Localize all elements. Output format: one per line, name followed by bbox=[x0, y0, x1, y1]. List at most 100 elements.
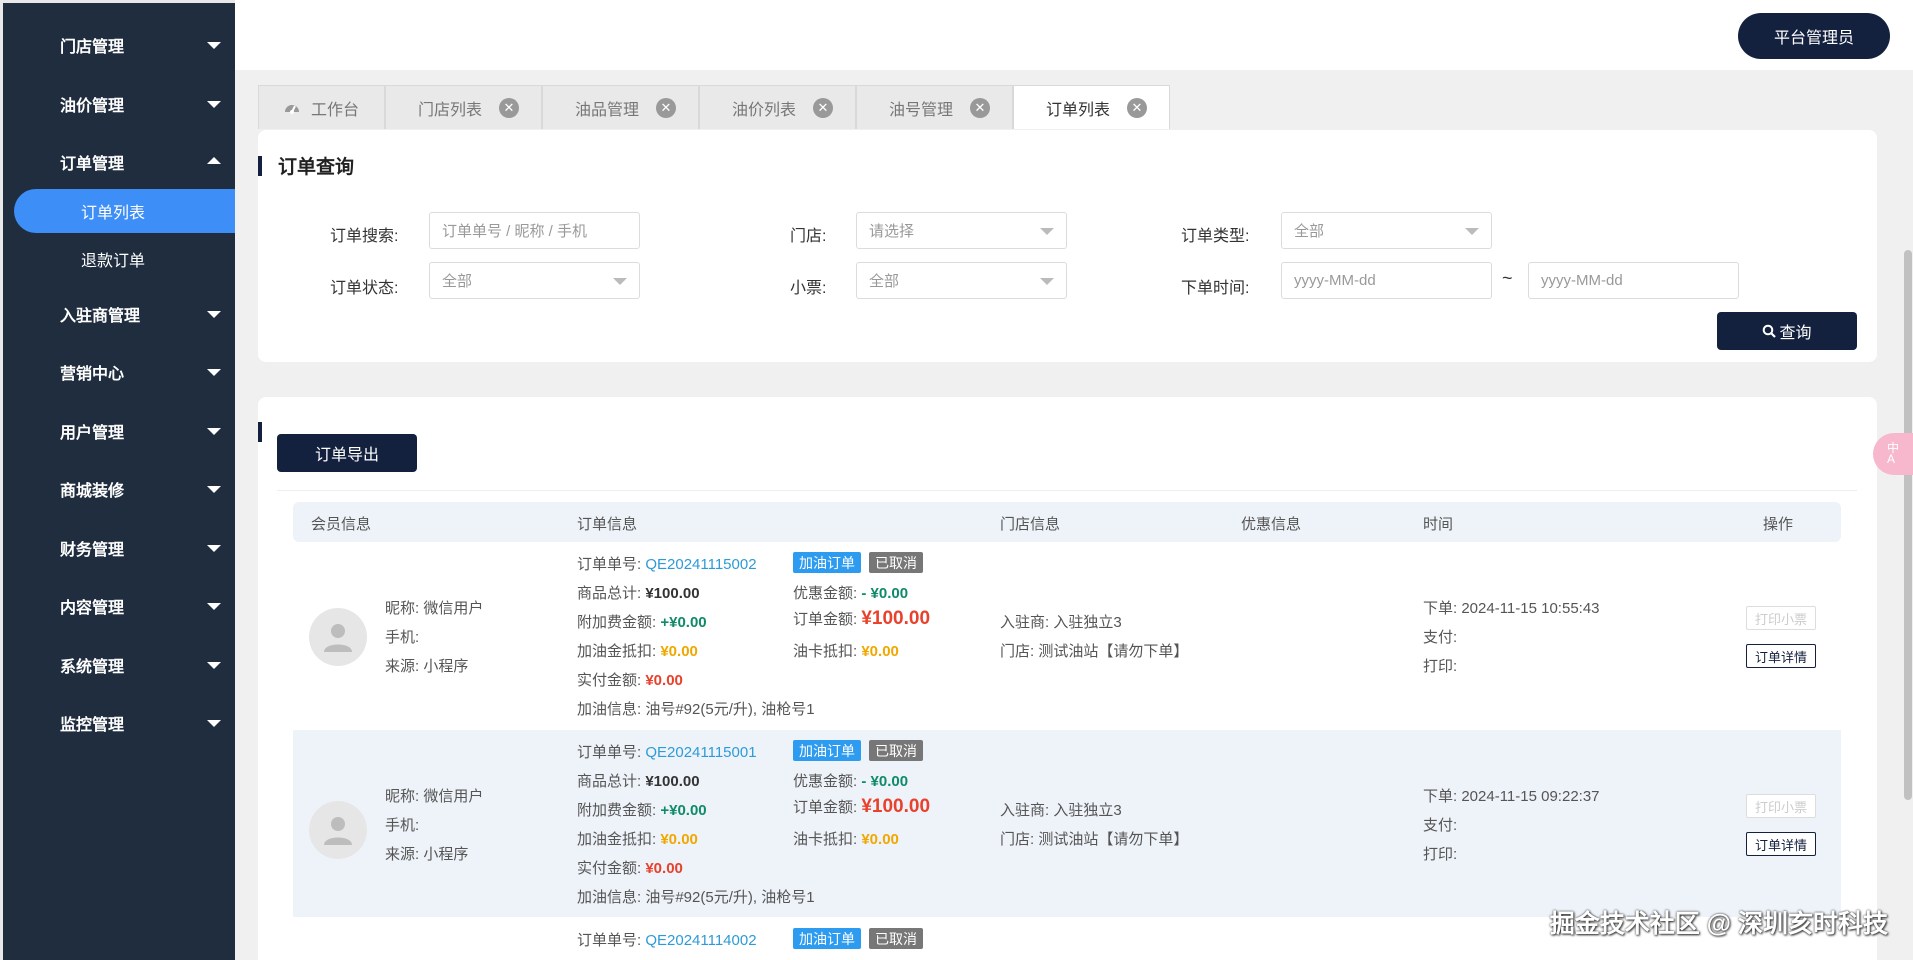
member-nickname: 昵称: 微信用户 bbox=[385, 600, 484, 617]
order-number-link[interactable]: QE20241115001 bbox=[645, 744, 756, 761]
paid-amount: 实付金额: ¥0.00 bbox=[577, 860, 683, 877]
status-badge: 已取消 bbox=[869, 740, 923, 761]
close-icon[interactable]: ✕ bbox=[499, 98, 519, 118]
sidebar-item-label: 系统管理 bbox=[60, 659, 125, 676]
extra-fee: 附加费金额: +¥0.00 bbox=[577, 802, 707, 819]
discount-amount: 优惠金额: - ¥0.00 bbox=[793, 585, 909, 602]
date-to-placeholder: yyyy-MM-dd bbox=[1541, 272, 1623, 289]
goods-total: 商品总计: ¥100.00 bbox=[577, 585, 700, 602]
column-header: 会员信息 bbox=[311, 516, 372, 533]
order-search-input[interactable]: 订单单号 / 昵称 / 手机 bbox=[429, 212, 640, 249]
print-receipt-button[interactable]: 打印小票 bbox=[1746, 606, 1816, 630]
order-number: 订单单号: QE20241115002 bbox=[577, 556, 757, 573]
sidebar-item-users[interactable]: 用户管理 bbox=[3, 409, 235, 453]
goods-total: 商品总计: ¥100.00 bbox=[577, 773, 700, 790]
chevron-down-icon bbox=[207, 720, 221, 727]
admin-button[interactable]: 平台管理员 bbox=[1738, 13, 1890, 59]
pay-time: 支付: bbox=[1423, 817, 1458, 834]
tab-order-list[interactable]: 订单列表 ✕ bbox=[1013, 85, 1170, 129]
table-header: 会员信息 订单信息 门店信息 优惠信息 时间 操作 bbox=[293, 502, 1841, 542]
dropdown-arrow-icon bbox=[1465, 228, 1479, 235]
sidebar-item-mall-decoration[interactable]: 商城装修 bbox=[3, 467, 235, 511]
date-from-input[interactable]: yyyy-MM-dd bbox=[1281, 262, 1492, 299]
dropdown-arrow-icon bbox=[1040, 228, 1054, 235]
query-button[interactable]: 查询 bbox=[1717, 312, 1857, 350]
close-icon[interactable]: ✕ bbox=[813, 98, 833, 118]
card-deduct: 油卡抵扣: ¥0.00 bbox=[793, 831, 899, 848]
fuel-info: 加油信息: 油号#92(5元/升), 油枪号1 bbox=[577, 889, 815, 906]
close-icon[interactable]: ✕ bbox=[656, 98, 676, 118]
order-number-link[interactable]: QE20241114002 bbox=[645, 932, 756, 949]
chevron-down-icon bbox=[207, 545, 221, 552]
status-badge: 已取消 bbox=[869, 928, 923, 949]
order-number: 订单单号: QE20241114002 bbox=[577, 932, 757, 949]
receipt-select[interactable]: 全部 bbox=[856, 262, 1067, 299]
order-type-label: 订单类型: bbox=[1181, 228, 1250, 245]
top-header: 平台管理员 bbox=[235, 0, 1913, 70]
store-select[interactable]: 请选择 bbox=[856, 212, 1067, 249]
sidebar-item-merchant[interactable]: 入驻商管理 bbox=[3, 292, 235, 336]
sidebar-item-order-management[interactable]: 订单管理 bbox=[3, 140, 235, 184]
print-receipt-button[interactable]: 打印小票 bbox=[1746, 794, 1816, 818]
title-accent-bar bbox=[258, 422, 262, 442]
sidebar-item-marketing[interactable]: 营销中心 bbox=[3, 350, 235, 394]
chevron-down-icon bbox=[207, 486, 221, 493]
sidebar-item-label: 入驻商管理 bbox=[60, 308, 141, 325]
export-orders-button[interactable]: 订单导出 bbox=[277, 434, 417, 472]
tab-bar: 工作台 门店列表 ✕ 油品管理 ✕ 油价列表 ✕ 油号管理 ✕ 订单列表 ✕ bbox=[258, 85, 1170, 129]
tab-store-list[interactable]: 门店列表 ✕ bbox=[385, 85, 542, 129]
order-type-select[interactable]: 全部 bbox=[1281, 212, 1492, 249]
card-deduct: 油卡抵扣: ¥0.00 bbox=[793, 643, 899, 660]
user-icon bbox=[324, 817, 352, 845]
floating-language-button[interactable]: 中 A bbox=[1873, 433, 1913, 475]
chevron-down-icon bbox=[207, 42, 221, 49]
order-number-link[interactable]: QE20241115002 bbox=[645, 556, 756, 573]
avatar bbox=[309, 608, 367, 666]
column-header: 订单信息 bbox=[577, 516, 638, 533]
chevron-down-icon bbox=[207, 603, 221, 610]
sidebar-item-finance[interactable]: 财务管理 bbox=[3, 526, 235, 570]
tab-dashboard[interactable]: 工作台 bbox=[258, 85, 385, 129]
order-amount: 订单金额: ¥100.00 bbox=[793, 796, 931, 817]
sidebar-item-label: 订单管理 bbox=[60, 156, 125, 173]
receipt-label: 小票: bbox=[790, 280, 827, 297]
sidebar-item-oil-price[interactable]: 油价管理 bbox=[3, 82, 235, 126]
chevron-down-icon bbox=[207, 428, 221, 435]
order-detail-button[interactable]: 订单详情 bbox=[1746, 644, 1816, 668]
sidebar-subitem-refund-orders[interactable]: 退款订单 bbox=[3, 237, 235, 281]
sidebar-item-monitor[interactable]: 监控管理 bbox=[3, 701, 235, 745]
discount-amount: 优惠金额: - ¥0.00 bbox=[793, 773, 909, 790]
query-button-label: 查询 bbox=[1779, 325, 1812, 342]
tab-oil-prices[interactable]: 油价列表 ✕ bbox=[699, 85, 856, 129]
tab-oil-products[interactable]: 油品管理 ✕ bbox=[542, 85, 699, 129]
close-icon[interactable]: ✕ bbox=[970, 98, 990, 118]
dropdown-arrow-icon bbox=[1040, 278, 1054, 285]
member-phone: 手机: bbox=[385, 629, 420, 646]
date-from-placeholder: yyyy-MM-dd bbox=[1294, 272, 1376, 289]
divider bbox=[277, 490, 1857, 491]
fuel-credit: 加油金抵扣: ¥0.00 bbox=[577, 643, 698, 660]
sidebar-item-content[interactable]: 内容管理 bbox=[3, 584, 235, 628]
order-status-value: 全部 bbox=[442, 273, 473, 290]
sidebar-item-label: 门店管理 bbox=[60, 39, 125, 56]
search-icon bbox=[1762, 324, 1777, 338]
order-status-select[interactable]: 全部 bbox=[429, 262, 640, 299]
sidebar-subitem-order-list[interactable]: 订单列表 bbox=[14, 189, 235, 233]
order-detail-button[interactable]: 订单详情 bbox=[1746, 832, 1816, 856]
sidebar-item-system[interactable]: 系统管理 bbox=[3, 643, 235, 687]
order-type-value: 全部 bbox=[1294, 223, 1325, 240]
date-range-separator: ~ bbox=[1502, 268, 1513, 288]
scrollbar-thumb[interactable] bbox=[1904, 250, 1912, 800]
tab-oil-grades[interactable]: 油号管理 ✕ bbox=[856, 85, 1013, 129]
order-status-label: 订单状态: bbox=[330, 280, 399, 297]
pay-time: 支付: bbox=[1423, 629, 1458, 646]
close-icon[interactable]: ✕ bbox=[1127, 98, 1147, 118]
sidebar-item-label: 用户管理 bbox=[60, 425, 125, 442]
sidebar-item-store-management[interactable]: 门店管理 bbox=[3, 23, 235, 67]
scrollbar[interactable] bbox=[1903, 120, 1913, 960]
watermark: 掘金技术社区 @ 深圳亥时科技 bbox=[1549, 910, 1888, 938]
order-type-badge: 加油订单 bbox=[793, 552, 861, 573]
print-time: 打印: bbox=[1423, 658, 1458, 675]
date-to-input[interactable]: yyyy-MM-dd bbox=[1528, 262, 1739, 299]
fuel-credit: 加油金抵扣: ¥0.00 bbox=[577, 831, 698, 848]
